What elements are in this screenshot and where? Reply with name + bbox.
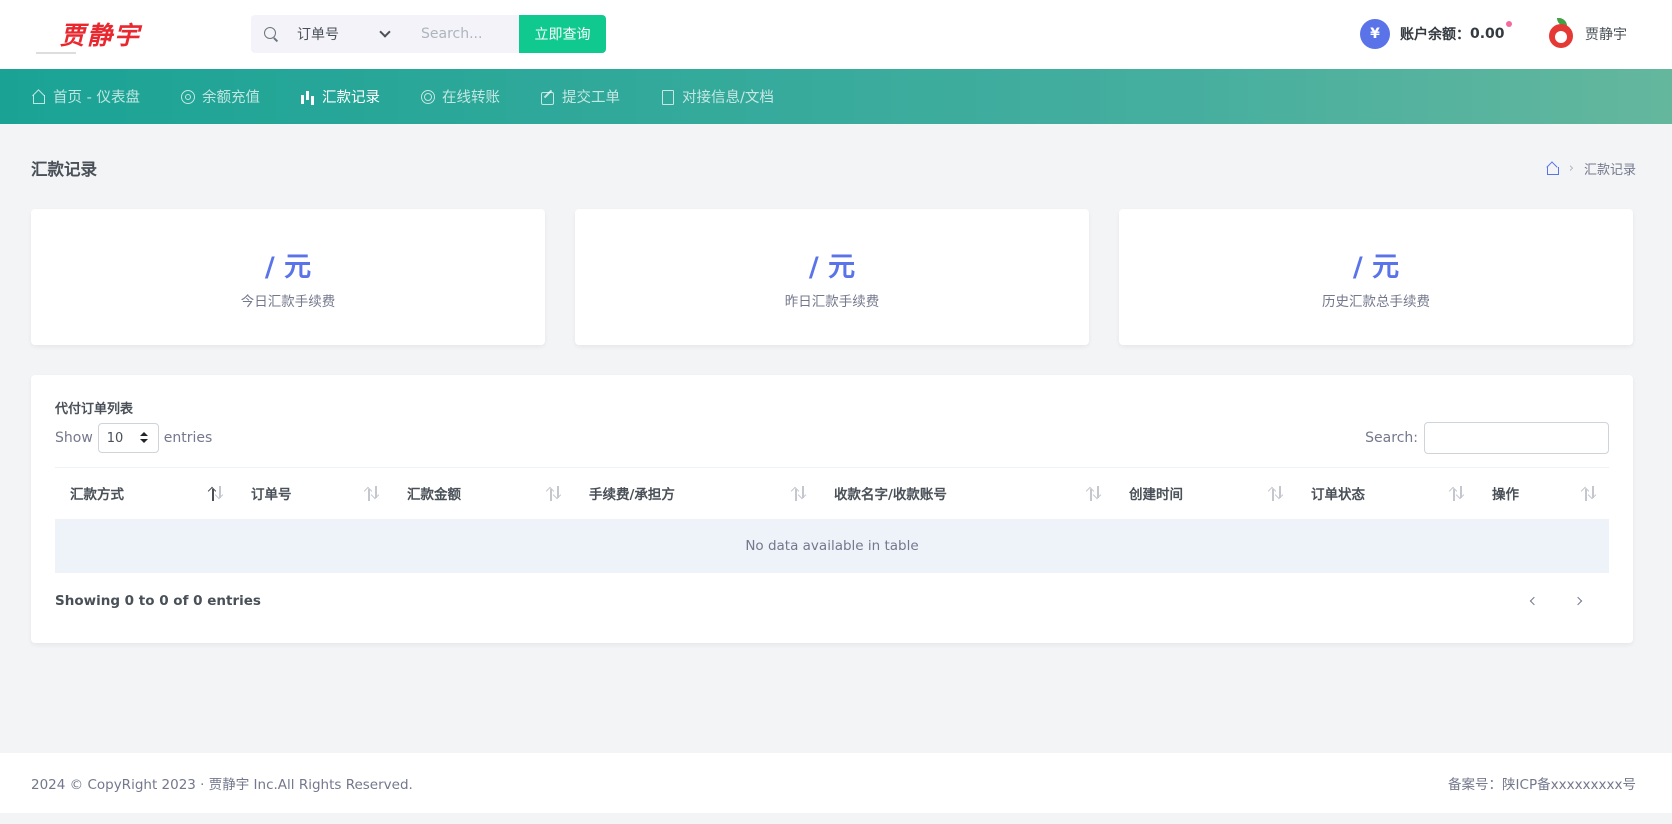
column-header[interactable]: 订单状态 bbox=[1296, 467, 1477, 521]
logo[interactable]: 贾静宇 bbox=[36, 14, 216, 56]
show-label: Show bbox=[55, 430, 93, 446]
main-nav: 首页 - 仪表盘 余额充值 汇款记录 在线转账 提交工单 对接信息/文档 bbox=[0, 69, 1672, 124]
stat-value: / 元 bbox=[264, 252, 312, 283]
search-input[interactable] bbox=[421, 26, 511, 42]
nav-item-label: 提交工单 bbox=[561, 90, 620, 106]
entries-label: entries bbox=[163, 430, 213, 446]
nav-item-online-transfer[interactable]: 在线转账 bbox=[420, 86, 500, 107]
breadcrumb-current: 汇款记录 bbox=[1583, 163, 1636, 178]
page-length-value: 10 bbox=[106, 430, 124, 446]
stat-label: 昨日汇款手续费 bbox=[784, 294, 880, 310]
breadcrumb: › 汇款记录 bbox=[1546, 159, 1636, 178]
top-header: 贾静宇 订单号 立即查询 ¥ 账户余额： 0.00 贾静宇 bbox=[0, 0, 1672, 69]
nav-item-label: 首页 - 仪表盘 bbox=[53, 90, 140, 106]
next-page-button[interactable] bbox=[1563, 589, 1593, 613]
stat-value: / 元 bbox=[1352, 252, 1400, 283]
sort-icon bbox=[368, 486, 382, 502]
balance-value: 0.00 bbox=[1470, 26, 1505, 42]
sort-icon bbox=[550, 486, 564, 502]
card-title: 代付订单列表 bbox=[55, 402, 134, 417]
stat-card-history: / 元 历史汇款总手续费 bbox=[1119, 209, 1633, 345]
user-name: 贾静宇 bbox=[1585, 27, 1627, 43]
stat-label: 历史汇款总手续费 bbox=[1322, 294, 1430, 310]
select-arrows-icon bbox=[139, 432, 148, 444]
bar-chart-icon bbox=[300, 90, 315, 104]
sort-icon bbox=[795, 486, 809, 502]
nav-item-label: 汇款记录 bbox=[321, 90, 380, 106]
column-header[interactable]: 创建时间 bbox=[1114, 467, 1296, 521]
nav-item-remittance-records[interactable]: 汇款记录 bbox=[300, 86, 380, 107]
nav-item-submit-ticket[interactable]: 提交工单 bbox=[540, 86, 620, 107]
user-menu[interactable]: 贾静宇 bbox=[1547, 18, 1627, 50]
stat-label: 今日汇款手续费 bbox=[240, 294, 336, 310]
account-balance[interactable]: ¥ 账户余额： 0.00 bbox=[1360, 19, 1512, 49]
search-type-select[interactable]: 订单号 bbox=[297, 24, 391, 44]
search-box: 订单号 bbox=[251, 15, 519, 53]
chevron-right-icon bbox=[1573, 596, 1583, 606]
sort-icon bbox=[212, 486, 226, 502]
page-title: 汇款记录 bbox=[31, 160, 97, 179]
avatar bbox=[1547, 18, 1575, 50]
show-entries: Show 10 entries bbox=[55, 423, 212, 453]
table-search-label: Search: bbox=[1365, 430, 1418, 446]
edit-icon bbox=[540, 90, 555, 105]
breadcrumb-home-icon[interactable] bbox=[1546, 162, 1559, 175]
footer: 2024 © CopyRight 2023 · 贾静宇 Inc.All Righ… bbox=[0, 753, 1672, 813]
nav-item-recharge[interactable]: 余额充值 bbox=[180, 86, 260, 107]
orders-table: 汇款方式 订单号 汇款金额 手续费/承担方 收款名字/收款账号 创建时间 订单状… bbox=[55, 467, 1609, 573]
sort-icon bbox=[1272, 486, 1286, 502]
table-row: No data available in table bbox=[55, 519, 1609, 573]
yen-icon: ¥ bbox=[1360, 19, 1390, 49]
nav-item-label: 余额充值 bbox=[201, 90, 260, 106]
nav-item-label: 在线转账 bbox=[441, 90, 500, 106]
column-header[interactable]: 操作 bbox=[1477, 467, 1609, 521]
header-search: 订单号 立即查询 bbox=[251, 15, 606, 53]
footer-icp: 备案号：陕ICP备xxxxxxxxx号 bbox=[1448, 777, 1636, 793]
chevron-left-icon bbox=[1529, 596, 1539, 606]
home-icon bbox=[32, 90, 46, 104]
lifebuoy-icon bbox=[420, 89, 435, 104]
stat-card-today: / 元 今日汇款手续费 bbox=[31, 209, 545, 345]
footer-copyright: 2024 © CopyRight 2023 · 贾静宇 Inc.All Righ… bbox=[31, 777, 413, 793]
balance-label: 账户余额： bbox=[1400, 27, 1470, 43]
column-header[interactable]: 订单号 bbox=[236, 467, 392, 521]
pagination bbox=[1505, 589, 1593, 613]
column-header[interactable]: 汇款金额 bbox=[392, 467, 574, 521]
table-search-input[interactable] bbox=[1424, 422, 1609, 454]
empty-table-message: No data available in table bbox=[55, 519, 1609, 573]
column-header[interactable]: 汇款方式 bbox=[55, 467, 236, 521]
notification-dot bbox=[1506, 21, 1512, 27]
table-header-row: 汇款方式 订单号 汇款金额 手续费/承担方 收款名字/收款账号 创建时间 订单状… bbox=[55, 467, 1609, 521]
chevron-down-icon bbox=[379, 26, 391, 38]
orders-table-card: 代付订单列表 Show 10 entries Search: 汇款方式 订单号 … bbox=[31, 375, 1633, 643]
nav-item-label: 对接信息/文档 bbox=[681, 90, 774, 106]
table-info: Showing 0 to 0 of 0 entries bbox=[55, 593, 261, 609]
sort-icon bbox=[1090, 486, 1104, 502]
stat-value: / 元 bbox=[808, 252, 856, 283]
query-button[interactable]: 立即查询 bbox=[519, 15, 606, 53]
logo-underline bbox=[36, 52, 76, 54]
nav-item-dashboard[interactable]: 首页 - 仪表盘 bbox=[32, 86, 140, 107]
sort-icon bbox=[1453, 486, 1467, 502]
search-type-value: 订单号 bbox=[297, 27, 339, 43]
column-header[interactable]: 收款名字/收款账号 bbox=[819, 467, 1114, 521]
column-header[interactable]: 手续费/承担方 bbox=[574, 467, 819, 521]
circle-icon bbox=[180, 89, 195, 104]
prev-page-button[interactable] bbox=[1519, 589, 1549, 613]
search-icon bbox=[263, 26, 279, 42]
stat-card-yesterday: / 元 昨日汇款手续费 bbox=[575, 209, 1089, 345]
avatar-inner bbox=[1555, 31, 1567, 43]
sort-icon bbox=[1585, 486, 1599, 502]
logo-text: 贾静宇 bbox=[60, 21, 142, 50]
breadcrumb-separator: › bbox=[1568, 161, 1574, 176]
nav-item-docs[interactable]: 对接信息/文档 bbox=[661, 86, 774, 107]
page-length-select[interactable]: 10 bbox=[97, 423, 159, 453]
table-search: Search: bbox=[1365, 422, 1609, 454]
book-icon bbox=[661, 89, 675, 105]
